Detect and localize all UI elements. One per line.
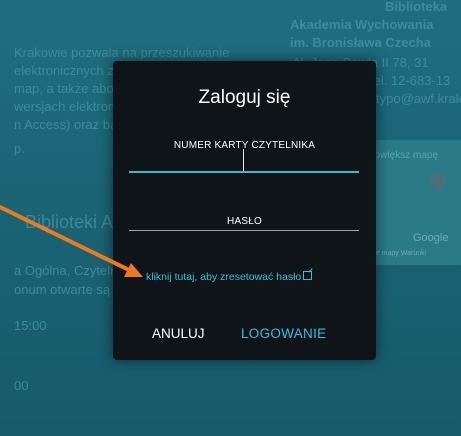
orange-arrow: [0, 205, 143, 277]
